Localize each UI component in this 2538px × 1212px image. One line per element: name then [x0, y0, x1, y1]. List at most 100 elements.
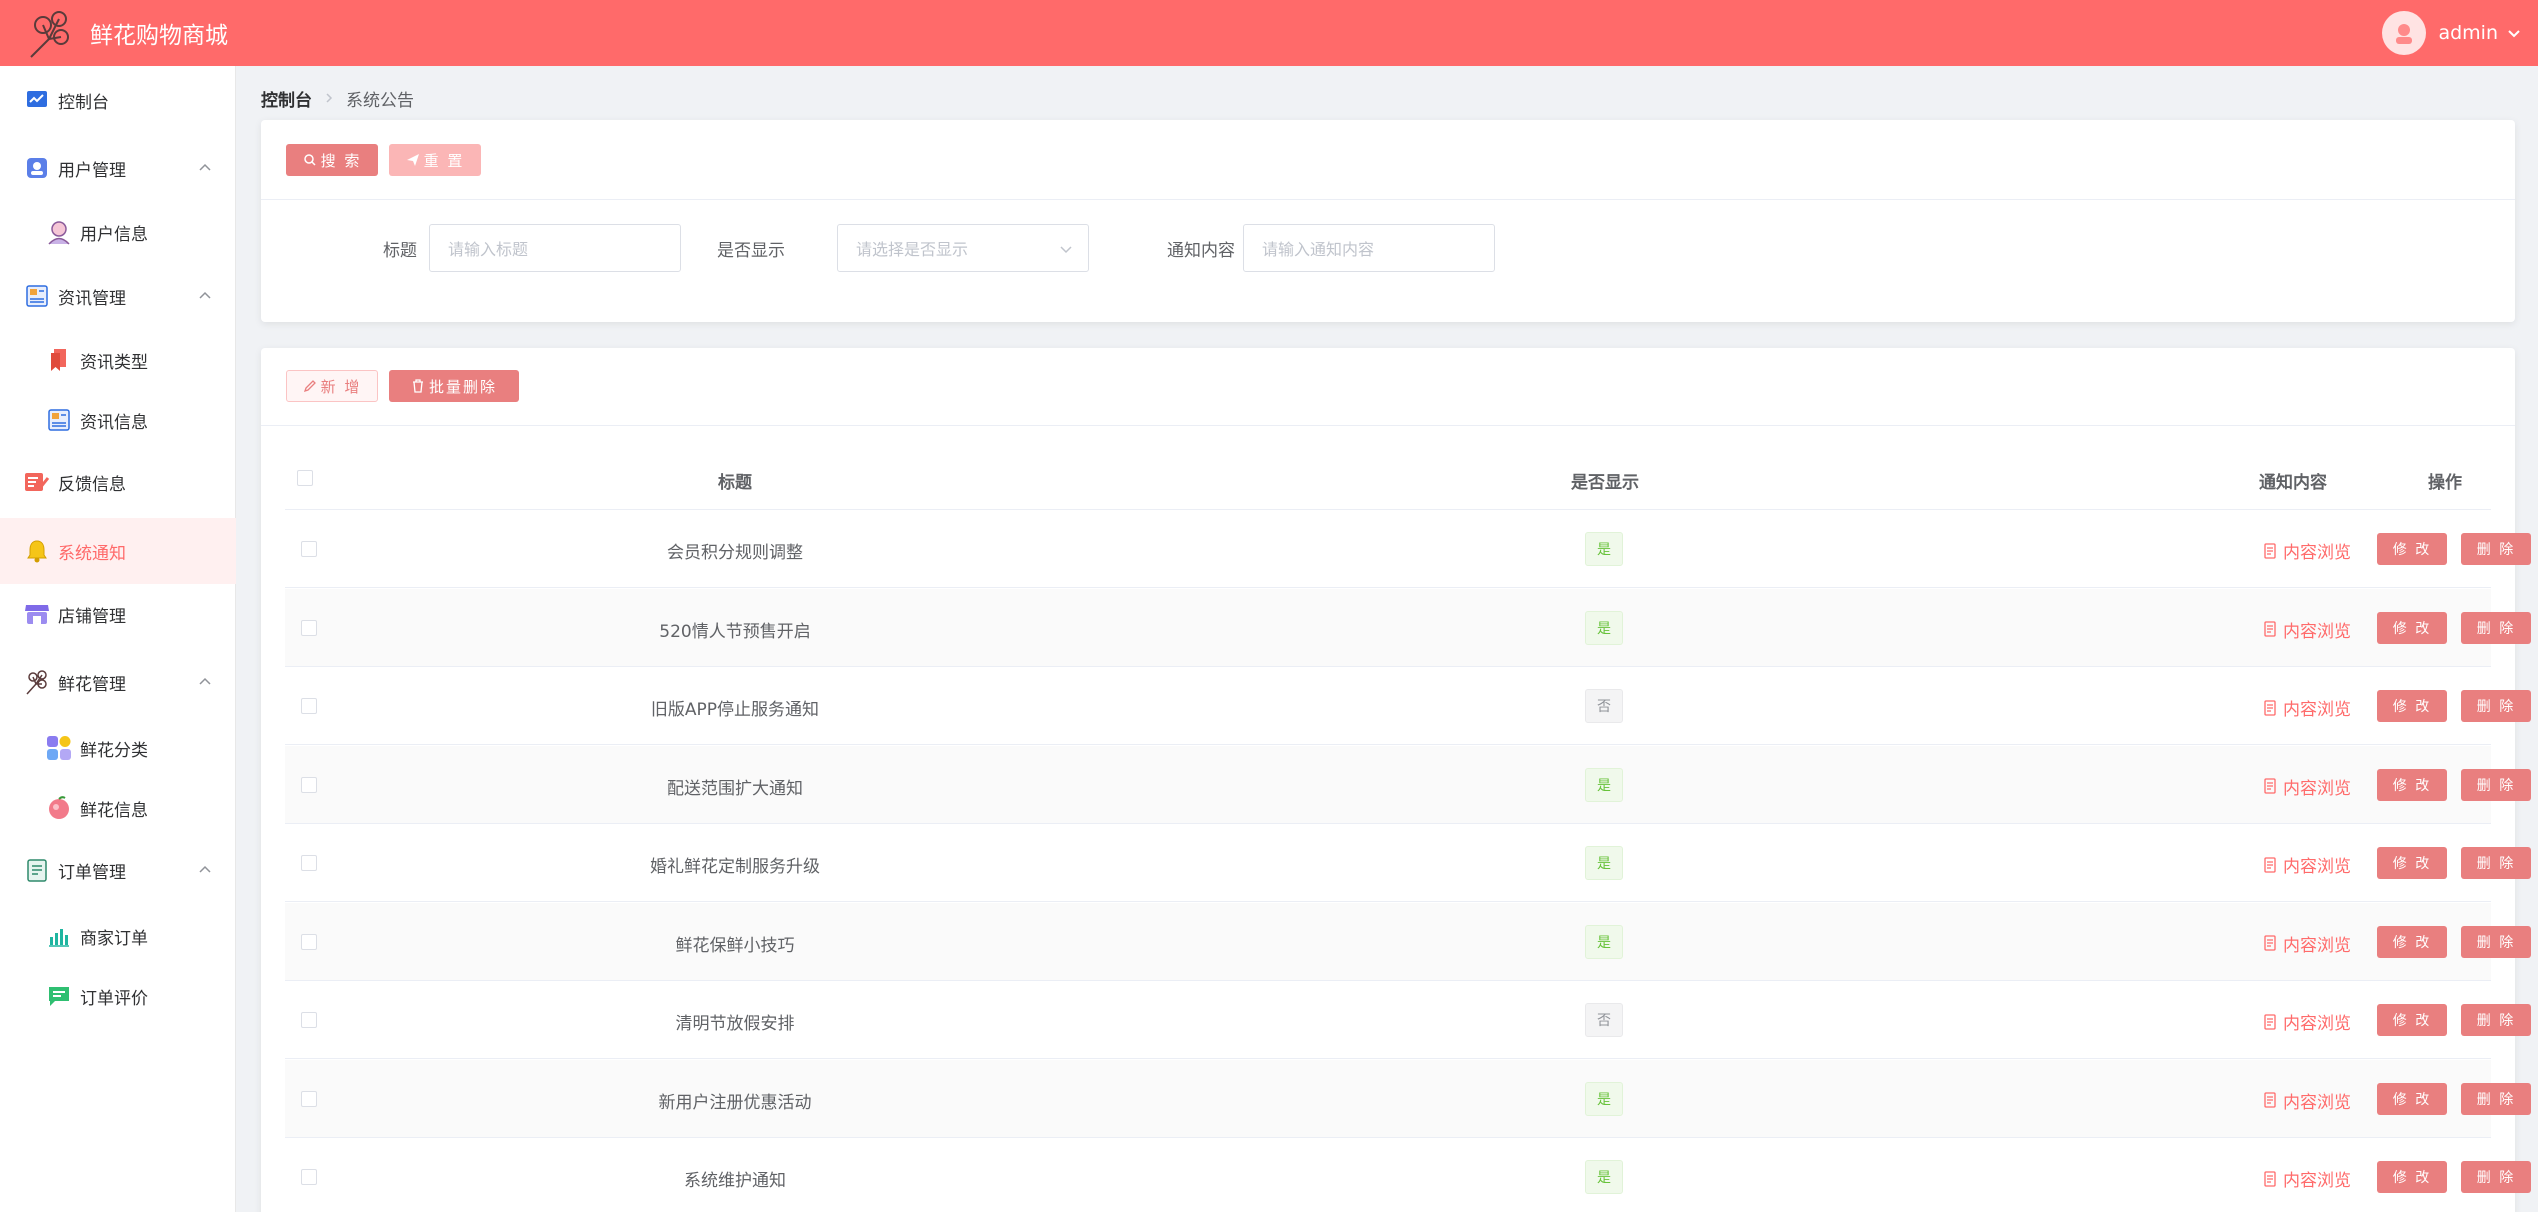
search-card: 搜 索 重 置 标题 请输入标题 是否显示 请选择是否显示 通知内容 请输入通知… — [261, 120, 2515, 322]
content-view-link[interactable]: 内容浏览 — [2263, 695, 2351, 720]
breadcrumb-home[interactable]: 控制台 — [261, 86, 312, 111]
send-icon — [406, 154, 419, 166]
edit-button[interactable]: 修 改 — [2377, 847, 2447, 879]
row-checkbox[interactable] — [301, 541, 317, 557]
bell-icon — [24, 538, 50, 564]
sidebar-item-feedback[interactable]: 反馈信息 — [0, 452, 236, 512]
row-checkbox[interactable] — [301, 1169, 317, 1185]
reset-button[interactable]: 重 置 — [389, 144, 481, 176]
sidebar-item-system-notice[interactable]: 系统通知 — [0, 518, 236, 584]
delete-button[interactable]: 删 除 — [2461, 1161, 2531, 1193]
sidebar-item-label: 资讯类型 — [80, 352, 148, 373]
row-checkbox[interactable] — [301, 776, 317, 793]
username[interactable]: admin — [2438, 22, 2498, 44]
show-status-tag: 否 — [1585, 1003, 1623, 1037]
sidebar-item-flower-category[interactable]: 鲜花分类 — [0, 718, 236, 778]
document-icon — [2264, 699, 2276, 716]
breadcrumb-current: 系统公告 — [346, 91, 414, 111]
add-button[interactable]: 新 增 — [286, 370, 378, 402]
sidebar-item-label: 店铺管理 — [58, 606, 126, 627]
chevron-down-icon[interactable] — [2506, 25, 2522, 41]
row-checkbox[interactable] — [301, 1090, 317, 1107]
sidebar-item-order-manage[interactable]: 订单管理 — [0, 840, 236, 900]
content-view-link[interactable]: 内容浏览 — [2263, 1166, 2351, 1191]
table-actions-bar — [261, 348, 2515, 426]
th-show: 是否显示 — [1571, 473, 1639, 493]
sidebar-item-news-info[interactable]: 资讯信息 — [0, 390, 236, 450]
sidebar-item-user-manage[interactable]: 用户管理 — [0, 138, 236, 198]
sidebar-item-label: 资讯信息 — [80, 412, 148, 433]
app-title: 鲜花购物商城 — [90, 23, 228, 49]
show-select[interactable]: 请选择是否显示 — [837, 224, 1089, 272]
cell-title: 会员积分规则调整 — [667, 543, 803, 563]
feedback-icon — [24, 469, 50, 495]
sidebar-item-merchant-orders[interactable]: 商家订单 — [0, 906, 236, 966]
th-content: 通知内容 — [2259, 473, 2327, 493]
show-status-tag: 是 — [1585, 1160, 1623, 1194]
batch-delete-button[interactable]: 批量删除 — [389, 370, 519, 402]
sidebar-item-flower-info[interactable]: 鲜花信息 — [0, 778, 236, 838]
document-icon — [2264, 1092, 2276, 1108]
search-button[interactable]: 搜 索 — [286, 144, 378, 176]
row-checkbox[interactable] — [301, 933, 317, 950]
sidebar-item-label: 系统通知 — [58, 543, 126, 564]
row-checkbox[interactable] — [301, 1012, 317, 1028]
content-view-link[interactable]: 内容浏览 — [2263, 774, 2351, 799]
edit-button[interactable]: 修 改 — [2377, 768, 2447, 801]
edit-button[interactable]: 修 改 — [2377, 533, 2447, 565]
user-menu[interactable]: admin — [2382, 0, 2522, 66]
show-status-tag: 是 — [1585, 532, 1623, 566]
edit-button[interactable]: 修 改 — [2377, 611, 2447, 644]
search-icon — [303, 154, 316, 166]
content-view-link[interactable]: 内容浏览 — [2263, 538, 2351, 563]
sidebar-item-shop-manage[interactable]: 店铺管理 — [0, 584, 236, 644]
sidebar-item-news-type[interactable]: 资讯类型 — [0, 330, 236, 390]
select-all-checkbox[interactable] — [297, 470, 313, 486]
delete-button[interactable]: 删 除 — [2461, 768, 2531, 801]
row-checkbox[interactable] — [301, 619, 317, 636]
comment-icon — [46, 983, 72, 1009]
sidebar-item-label: 反馈信息 — [58, 474, 126, 495]
title-search-input[interactable]: 请输入标题 — [429, 224, 681, 272]
delete-button[interactable]: 删 除 — [2461, 533, 2531, 565]
edit-button[interactable]: 修 改 — [2377, 925, 2447, 958]
delete-button[interactable]: 删 除 — [2461, 1082, 2531, 1115]
delete-button[interactable]: 删 除 — [2461, 611, 2531, 644]
content-view-link[interactable]: 内容浏览 — [2263, 931, 2351, 956]
table-card: 新 增 批量删除 标题 是否显示 通知内容 操作 会员积分规则调整是内容浏览修 … — [261, 348, 2531, 1212]
bookmark-icon — [46, 347, 72, 373]
dashboard-icon — [24, 87, 50, 113]
document-icon — [2264, 621, 2276, 637]
delete-button[interactable]: 删 除 — [2461, 1004, 2531, 1036]
edit-button[interactable]: 修 改 — [2377, 1082, 2447, 1115]
delete-button[interactable]: 删 除 — [2461, 690, 2531, 722]
th-title: 标题 — [718, 473, 752, 493]
flower-icon — [24, 669, 50, 695]
content-view-link[interactable]: 内容浏览 — [2263, 1009, 2351, 1034]
sidebar-item-user-info[interactable]: 用户信息 — [0, 202, 236, 262]
cell-title: 系统维护通知 — [684, 1171, 786, 1191]
sidebar-item-order-review[interactable]: 订单评价 — [0, 966, 236, 1026]
table-row: 新用户注册优惠活动 是 内容浏览 修 改删 除 — [285, 1059, 2531, 1138]
edit-button[interactable]: 修 改 — [2377, 690, 2447, 722]
edit-button[interactable]: 修 改 — [2377, 1161, 2447, 1193]
delete-button[interactable]: 删 除 — [2461, 925, 2531, 958]
delete-button[interactable]: 删 除 — [2461, 847, 2531, 879]
avatar[interactable] — [2382, 11, 2427, 55]
breadcrumb: 控制台 系统公告 — [261, 86, 414, 111]
content-view-link[interactable]: 内容浏览 — [2263, 852, 2351, 877]
order-icon — [24, 857, 50, 883]
sidebar-item-label: 订单管理 — [58, 862, 126, 883]
sidebar-item-news-manage[interactable]: 资讯管理 — [0, 266, 236, 326]
chart-icon — [46, 923, 72, 949]
table-header-row: 标题 是否显示 通知内容 操作 — [285, 448, 2491, 510]
sidebar-item-dashboard[interactable]: 控制台 — [0, 70, 236, 130]
content-view-link[interactable]: 内容浏览 — [2263, 617, 2351, 642]
sidebar-item-flower-manage[interactable]: 鲜花管理 — [0, 652, 236, 712]
row-checkbox[interactable] — [301, 698, 317, 714]
content-search-input[interactable]: 请输入通知内容 — [1243, 224, 1495, 272]
content-view-link[interactable]: 内容浏览 — [2263, 1088, 2351, 1113]
row-checkbox[interactable] — [301, 855, 317, 871]
table-row: 配送范围扩大通知 是 内容浏览 修 改删 除 — [285, 745, 2531, 824]
edit-button[interactable]: 修 改 — [2377, 1004, 2447, 1036]
